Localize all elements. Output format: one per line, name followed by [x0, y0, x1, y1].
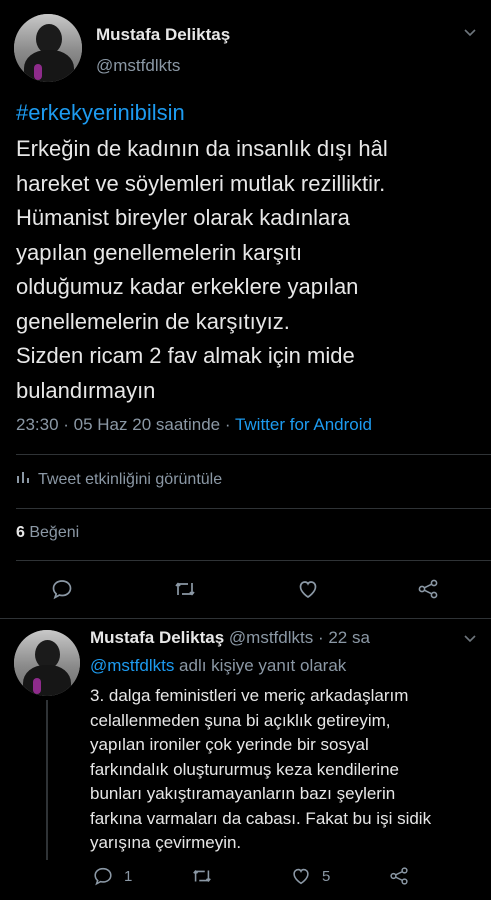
tweet-line: bulandırmayın — [16, 377, 156, 403]
reply-button[interactable] — [50, 577, 74, 601]
reply-author-name[interactable]: Mustafa Deliktaş — [90, 628, 224, 647]
heart-icon — [299, 581, 317, 598]
reply-share-button[interactable] — [388, 865, 410, 887]
tweet-meta: 23:30 · 05 Haz 20 saatinde · Twitter for… — [16, 415, 372, 435]
reply-comment-button[interactable]: 1 — [92, 865, 132, 887]
reply-header: Mustafa Deliktaş @mstfdlkts · 22 sa — [90, 628, 370, 648]
reply-line: 3. dalga feministleri ve meriç arkadaşla… — [90, 686, 409, 705]
tweet-line: Erkeğin de kadının da insanlık dışı hâl — [16, 136, 388, 161]
retweet-icon — [175, 582, 195, 596]
reply-line: farkına varmaları da cabası. Fakat bu iş… — [90, 808, 432, 828]
avatar[interactable] — [14, 630, 80, 696]
chevron-down-icon[interactable] — [462, 630, 478, 651]
reply-line: yarışına çevirmeyin. — [90, 833, 242, 852]
divider — [16, 508, 491, 509]
author-name[interactable]: Mustafa Deliktaş — [96, 25, 230, 45]
like-number: 6 — [16, 524, 25, 541]
activity-label: Tweet etkinliğini görüntüle — [38, 470, 223, 488]
divider — [0, 618, 491, 619]
divider — [16, 454, 491, 455]
bar-chart-icon — [16, 470, 30, 489]
tweet-line: olduğumuz kadar erkeklere yapılan — [16, 274, 359, 299]
tweet-line: Hümanist bireyler olarak kadınlara — [16, 205, 350, 230]
reply-to-mention[interactable]: @mstfdlkts — [90, 656, 174, 675]
retweet-icon — [193, 870, 211, 882]
reply-to-suffix: adlı kişiye yanıt olarak — [174, 656, 347, 675]
reply-line: celallenmeden şuna bi açıklık getireyim, — [90, 710, 391, 730]
retweet-button[interactable] — [172, 577, 198, 601]
share-button[interactable] — [416, 577, 440, 601]
reply-line: farkındalık oluştururmuş keza kendilerin… — [90, 759, 399, 779]
tweet-line: Sizden ricam 2 fav almak için mide — [16, 343, 355, 368]
hashtag-link[interactable]: #erkekyerinibilsin — [16, 100, 185, 126]
like-label: Beğeni — [24, 524, 80, 541]
reply-like-button[interactable]: 5 — [290, 865, 330, 887]
reply-line: bunları yakıştıramayanların bazı şeyleri… — [90, 784, 396, 803]
tweet-line: hareket ve söylemleri mutlak rezilliktir… — [16, 170, 386, 196]
reply-like-count: 5 — [322, 867, 331, 885]
divider — [16, 560, 491, 561]
reply-retweet-button[interactable] — [190, 865, 214, 887]
replying-to: @mstfdlkts adlı kişiye yanıt olarak — [90, 656, 346, 676]
share-icon — [418, 579, 438, 599]
likes-count[interactable]: 6 Beğeni — [16, 524, 79, 542]
timestamp[interactable]: 23:30 · 05 Haz 20 saatinde · — [16, 415, 235, 434]
comment-icon — [52, 580, 72, 600]
like-button[interactable] — [296, 577, 320, 601]
tweet-text: Erkeğin de kadının da insanlık dışı hâl … — [16, 132, 486, 408]
chevron-down-icon[interactable] — [462, 24, 478, 45]
tweet-activity-link[interactable]: Tweet etkinliğini görüntüle — [16, 470, 222, 489]
source-link[interactable]: Twitter for Android — [235, 415, 372, 434]
tweet-line: genellemelerin de karşıtıyız. — [16, 308, 290, 334]
comment-icon — [94, 867, 112, 886]
reply-line: yapılan ironiler çok yerinde bir sosyal — [90, 735, 369, 754]
thread-connector — [46, 700, 48, 860]
tweet-line: yapılan genellemelerin karşıtı — [16, 239, 303, 265]
share-icon — [390, 867, 408, 885]
avatar[interactable] — [14, 14, 82, 82]
author-handle[interactable]: @mstfdlkts — [96, 56, 180, 76]
reply-text: 3. dalga feministleri ve meriç arkadaşla… — [90, 684, 485, 856]
reply-author-handle[interactable]: @mstfdlkts · 22 sa — [224, 628, 370, 647]
reply-count: 1 — [124, 867, 133, 885]
heart-icon — [293, 868, 309, 885]
